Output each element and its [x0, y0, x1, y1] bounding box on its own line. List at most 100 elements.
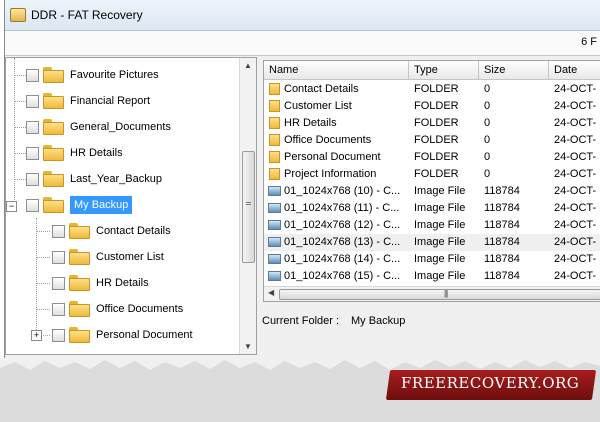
- scroll-left-arrow-icon[interactable]: ◀: [268, 288, 274, 297]
- scroll-up-arrow-icon[interactable]: ▲: [244, 61, 252, 70]
- tree-item-my-backup[interactable]: My Backup: [26, 194, 133, 216]
- list-row[interactable]: HR Details FOLDER 0 24-OCT-: [264, 115, 600, 132]
- collapse-toggle[interactable]: −: [6, 201, 17, 212]
- cell-type: FOLDER: [414, 168, 459, 180]
- column-divider[interactable]: [548, 61, 549, 79]
- cell-type: FOLDER: [414, 117, 459, 129]
- tree-item-label: My Backup: [70, 196, 133, 214]
- cell-type: Image File: [414, 253, 466, 265]
- folder-icon: [69, 327, 90, 343]
- tree-checkbox[interactable]: [26, 68, 39, 82]
- cell-type: FOLDER: [414, 100, 459, 112]
- list-row[interactable]: 01_1024x768 (14) - C... Image File 11878…: [264, 251, 600, 268]
- cell-name: Personal Document: [284, 151, 381, 163]
- list-row[interactable]: Personal Document FOLDER 0 24-OCT-: [264, 149, 600, 166]
- tree-checkbox[interactable]: [26, 172, 39, 186]
- folder-icon: [43, 145, 64, 161]
- tree-connector: [14, 58, 15, 208]
- cell-type: Image File: [414, 236, 466, 248]
- folder-icon: [43, 93, 64, 109]
- tree-item-label: Personal Document: [96, 329, 193, 341]
- list-row[interactable]: 01_1024x768 (11) - C... Image File 11878…: [264, 200, 600, 217]
- scrollbar-thumb[interactable]: [242, 151, 255, 263]
- column-header-type[interactable]: Type: [414, 64, 438, 76]
- tree-item-contact-details[interactable]: Contact Details: [52, 220, 171, 242]
- cell-size: 0: [484, 134, 491, 146]
- cell-date: 24-OCT-: [554, 219, 597, 231]
- tree-checkbox[interactable]: [26, 94, 39, 108]
- cell-date: 24-OCT-: [554, 202, 597, 214]
- tree-checkbox[interactable]: [52, 250, 65, 264]
- list-row[interactable]: Customer List FOLDER 0 24-OCT-: [264, 98, 600, 115]
- folder-icon: [269, 168, 280, 180]
- folder-icon: [269, 151, 280, 163]
- tree-checkbox[interactable]: [52, 224, 65, 238]
- cell-size: 118784: [484, 270, 520, 282]
- scrollbar-thumb[interactable]: [279, 289, 600, 300]
- list-row[interactable]: 01_1024x768 (13) - C... Image File 11878…: [264, 234, 600, 251]
- column-header-size[interactable]: Size: [484, 64, 505, 76]
- expand-toggle[interactable]: +: [31, 330, 42, 341]
- watermark-text: FREERECOVERY.ORG: [401, 374, 580, 392]
- tree-item-last-year-backup[interactable]: Last_Year_Backup: [26, 168, 162, 190]
- image-file-icon: [268, 203, 281, 213]
- folder-icon: [269, 117, 280, 129]
- cell-name: 01_1024x768 (15) - C...: [284, 270, 401, 282]
- tree-checkbox[interactable]: [52, 276, 65, 290]
- cell-date: 24-OCT-: [554, 100, 597, 112]
- tree-checkbox[interactable]: [52, 302, 65, 316]
- column-divider[interactable]: [408, 61, 409, 79]
- tree-item-hr-details[interactable]: HR Details: [26, 142, 123, 164]
- tree-item-office-documents[interactable]: Office Documents: [52, 298, 183, 320]
- list-row[interactable]: Office Documents FOLDER 0 24-OCT-: [264, 132, 600, 149]
- list-row[interactable]: 01_1024x768 (12) - C... Image File 11878…: [264, 217, 600, 234]
- tree-item-favourite-pictures[interactable]: Favourite Pictures: [26, 64, 159, 86]
- tree-item-hr-details-sub[interactable]: HR Details: [52, 272, 149, 294]
- grip-icon: [246, 202, 251, 205]
- cell-date: 24-OCT-: [554, 253, 597, 265]
- cell-size: 0: [484, 100, 491, 112]
- tree-item-label: Contact Details: [96, 225, 171, 237]
- image-file-icon: [268, 254, 281, 264]
- tree-checkbox[interactable]: [26, 198, 39, 212]
- folder-icon: [69, 223, 90, 239]
- tree-item-personal-document[interactable]: Personal Document: [52, 324, 193, 346]
- folder-tree[interactable]: − + Favourite Pictures Financial Report …: [5, 57, 257, 355]
- tree-checkbox[interactable]: [26, 146, 39, 160]
- cell-name: 01_1024x768 (13) - C...: [284, 236, 401, 248]
- tree-connector: [36, 257, 50, 258]
- column-header-date[interactable]: Date: [554, 64, 577, 76]
- list-row[interactable]: 01_1024x768 (10) - C... Image File 11878…: [264, 183, 600, 200]
- tree-connector: [14, 127, 26, 128]
- tree-checkbox[interactable]: [26, 120, 39, 134]
- tree-item-label: Financial Report: [70, 95, 151, 107]
- folder-icon: [69, 275, 90, 291]
- tree-item-financial-report[interactable]: Financial Report: [26, 90, 150, 112]
- tree-item-general-documents[interactable]: General_Documents: [26, 116, 171, 138]
- tree-item-label: HR Details: [96, 277, 149, 289]
- list-row[interactable]: Contact Details FOLDER 0 24-OCT-: [264, 81, 600, 98]
- tree-item-customer-list[interactable]: Customer List: [52, 246, 164, 268]
- cell-type: FOLDER: [414, 83, 459, 95]
- cell-type: Image File: [414, 185, 466, 197]
- file-list[interactable]: Name Type Size Date Contact Details FOLD…: [263, 60, 600, 302]
- cell-type: Image File: [414, 219, 466, 231]
- current-folder: Current Folder : My Backup: [262, 315, 405, 327]
- column-header-name[interactable]: Name: [269, 64, 298, 76]
- current-folder-label: Current Folder :: [262, 315, 340, 327]
- cell-name: Contact Details: [284, 83, 359, 95]
- list-row[interactable]: Project Information FOLDER 0 24-OCT-: [264, 166, 600, 183]
- image-file-icon: [268, 186, 281, 196]
- tree-vertical-scrollbar[interactable]: ▲ ▼: [239, 58, 256, 354]
- folder-icon: [69, 249, 90, 265]
- window-title: DDR - FAT Recovery: [31, 8, 143, 22]
- list-horizontal-scrollbar[interactable]: ◀ |||: [264, 286, 600, 301]
- tree-connector: [14, 179, 26, 180]
- image-file-icon: [268, 271, 281, 281]
- column-divider[interactable]: [478, 61, 479, 79]
- tree-checkbox[interactable]: [52, 328, 65, 342]
- tree-connector: [36, 218, 37, 338]
- scroll-down-arrow-icon[interactable]: ▼: [244, 342, 252, 351]
- list-row[interactable]: 01_1024x768 (15) - C... Image File 11878…: [264, 268, 600, 285]
- tree-item-label: Office Documents: [96, 303, 184, 315]
